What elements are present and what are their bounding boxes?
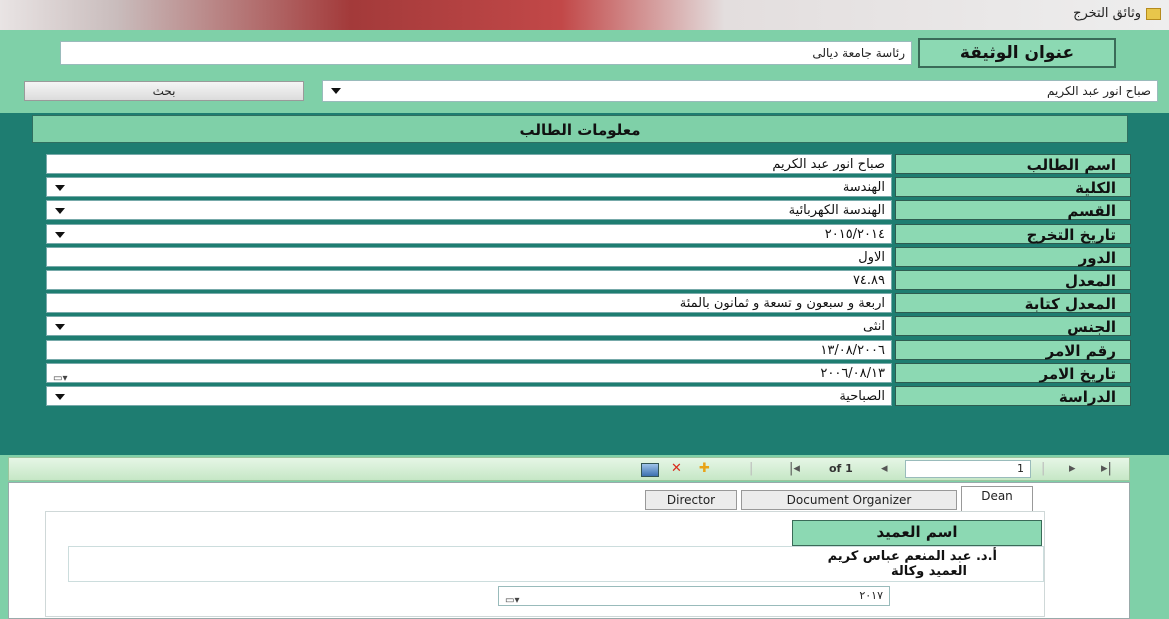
page-number-input[interactable]: 1 [905, 460, 1031, 478]
chevron-down-icon[interactable] [331, 88, 341, 94]
student-field-label: الكلية [895, 177, 1131, 197]
student-field-9[interactable]: ٢٠٠٦/٠٨/١٣ ▾▭ [46, 363, 892, 384]
search-button[interactable]: بحث [24, 81, 304, 101]
student-field-label: الجنس [895, 316, 1131, 336]
student-select-value: صباح انور عبد الكريم [1047, 84, 1151, 98]
folder-icon [1146, 8, 1161, 20]
student-field-label: اسم الطالب [895, 154, 1131, 174]
student-field-value: ٢٠١٥/٢٠١٤ [824, 227, 885, 242]
student-field-value: الهندسة [842, 180, 885, 195]
separator: | [749, 461, 754, 476]
student-field-5[interactable]: ٧٤.٨٩ [46, 270, 892, 290]
student-field-3[interactable]: ٢٠١٥/٢٠١٤ [46, 224, 892, 244]
save-icon[interactable] [641, 463, 659, 477]
separator: | [1041, 461, 1046, 476]
student-field-label: المعدل كتابة [895, 293, 1131, 313]
student-field-value: الصباحية [839, 389, 885, 404]
student-field-label: الدور [895, 247, 1131, 267]
tab-document-organizer[interactable]: Document Organizer [741, 490, 957, 510]
student-field-2[interactable]: الهندسة الكهربائية [46, 200, 892, 220]
chevron-down-icon[interactable] [55, 208, 65, 214]
student-field-value: الهندسة الكهربائية [788, 203, 885, 218]
last-page-icon[interactable]: ▸| [1101, 461, 1112, 477]
student-field-7[interactable]: انثى [46, 316, 892, 336]
previous-page-icon[interactable]: ◂ [881, 461, 888, 477]
student-field-value: ٧٤.٨٩ [852, 273, 885, 288]
dean-name-line1: أ.د. عبد المنعم عباس كريم [827, 549, 997, 564]
add-icon[interactable]: ✚ [699, 461, 710, 477]
dean-panel: Director Document Organizer Dean اسم الع… [8, 482, 1130, 619]
tab-director[interactable]: Director [645, 490, 737, 510]
student-field-value: ٢٠٠٦/٠٨/١٣ [820, 366, 885, 381]
student-field-label: القسم [895, 200, 1131, 220]
first-page-icon[interactable]: |◂ [789, 461, 800, 477]
chevron-down-icon[interactable] [55, 324, 65, 330]
student-field-label: المعدل [895, 270, 1131, 290]
chevron-down-icon[interactable] [55, 232, 65, 238]
delete-icon[interactable]: ✕ [671, 461, 682, 477]
student-field-value: الاول [858, 250, 885, 265]
student-field-value: انثى [863, 319, 885, 334]
student-field-value: اربعة و سبعون و تسعة و ثمانون بالمئة [679, 296, 885, 311]
student-field-0[interactable]: صباح انور عبد الكريم [46, 154, 892, 174]
tab-dean[interactable]: Dean [961, 486, 1033, 512]
student-field-label: تاريخ الامر [895, 363, 1131, 383]
student-field-8[interactable]: ١٣/٠٨/٢٠٠٦ [46, 340, 892, 360]
window-title: وثائق التخرج [1073, 6, 1141, 21]
dean-name-line2: العميد وكالة [890, 564, 967, 579]
next-page-icon[interactable]: ▸ [1069, 461, 1076, 477]
student-field-10[interactable]: الصباحية [46, 386, 892, 406]
student-field-label: رقم الامر [895, 340, 1131, 360]
dean-date-input[interactable]: ٢٠١٧ ▾▭ [498, 586, 890, 606]
student-info-header: معلومات الطالب [32, 115, 1128, 143]
window-titlebar: وثائق التخرج [0, 0, 1169, 30]
student-field-label: الدراسة [895, 386, 1131, 406]
report-toolbar: ▸| ▸ | 1 ◂ of 1 |◂ | ✚ ✕ [8, 457, 1130, 481]
student-field-value: صباح انور عبد الكريم [772, 157, 885, 172]
student-field-4[interactable]: الاول [46, 247, 892, 267]
calendar-icon[interactable]: ▾▭ [505, 592, 519, 610]
student-field-value: ١٣/٠٨/٢٠٠٦ [820, 343, 885, 358]
student-field-1[interactable]: الهندسة [46, 177, 892, 197]
document-title-label: عنوان الوثيقة [918, 38, 1116, 68]
page-of-label: of 1 [829, 462, 853, 475]
student-field-label: تاريخ التخرج [895, 224, 1131, 244]
chevron-down-icon[interactable] [55, 394, 65, 400]
dean-name-box[interactable]: أ.د. عبد المنعم عباس كريم العميد وكالة [68, 546, 1044, 582]
dean-date-value: ٢٠١٧ [859, 589, 883, 602]
student-select[interactable]: صباح انور عبد الكريم [322, 80, 1158, 102]
dean-tab-content: اسم العميد أ.د. عبد المنعم عباس كريم الع… [45, 511, 1045, 617]
student-field-6[interactable]: اربعة و سبعون و تسعة و ثمانون بالمئة [46, 293, 892, 313]
document-title-input[interactable]: رئاسة جامعة ديالى [60, 41, 912, 65]
dean-label: اسم العميد [792, 520, 1042, 546]
chevron-down-icon[interactable] [55, 185, 65, 191]
